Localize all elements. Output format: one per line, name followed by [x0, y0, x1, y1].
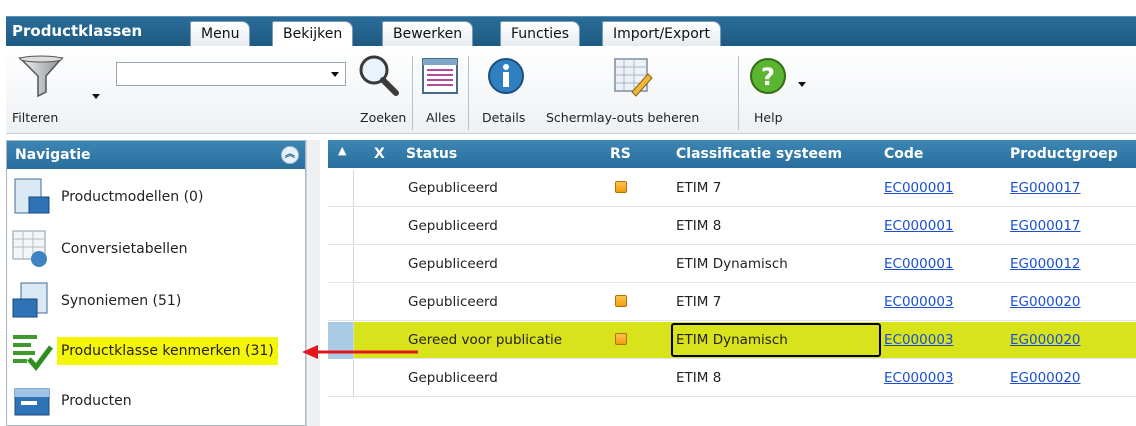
cell-classification: ETIM Dynamisch [676, 256, 788, 272]
search-icon[interactable] [356, 52, 402, 98]
nav-item-label: Producten [61, 393, 132, 409]
search-label: Zoeken [360, 110, 407, 125]
layouts-label: Schermlay-outs beheren [546, 110, 700, 125]
nav-item-label: Productmodellen (0) [61, 189, 204, 205]
table-row[interactable]: Gepubliceerd ETIM 7 EC000001 EG000017 [328, 170, 1136, 207]
cell-code-link[interactable]: EC000003 [884, 294, 954, 310]
nav-item-productklasse-kenmerken[interactable]: Productklasse kenmerken (31) [11, 327, 301, 375]
help-label: Help [754, 110, 783, 125]
column-x[interactable]: X [374, 146, 385, 162]
cell-status: Gepubliceerd [408, 256, 498, 272]
cell-code-link[interactable]: EC000003 [884, 332, 954, 348]
cell-code-link[interactable]: EC000001 [884, 180, 954, 196]
table-row[interactable]: Gepubliceerd ETIM 7 EC000003 EG000020 [328, 284, 1136, 321]
row-selector[interactable] [328, 284, 354, 321]
filter-dropdown-caret[interactable] [92, 94, 100, 99]
conversion-table-icon [11, 229, 55, 271]
help-icon[interactable]: ? [748, 56, 788, 96]
cell-product-group-link[interactable]: EG000012 [1010, 256, 1081, 272]
tab-functies[interactable]: Functies [500, 21, 581, 47]
tab-bekijken[interactable]: Bekijken [272, 21, 354, 48]
navigation-scrollbar[interactable] [306, 140, 320, 426]
cell-classification: ETIM 7 [676, 294, 722, 310]
tab-bewerken[interactable]: Bewerken [382, 21, 474, 47]
rs-indicator-icon [615, 181, 627, 193]
cell-status: Gepubliceerd [408, 370, 498, 386]
table-row[interactable]: Gereed voor publicatie ETIM Dynamisch EC00… [328, 322, 1136, 359]
class-features-icon [11, 331, 55, 373]
nav-item-label: Synoniemen (51) [61, 293, 182, 309]
product-model-icon [11, 177, 55, 219]
cell-code-link[interactable]: EC000001 [884, 218, 954, 234]
column-code[interactable]: Code [884, 146, 923, 162]
row-selector[interactable] [328, 360, 354, 397]
rs-indicator-icon [615, 333, 627, 345]
search-combo[interactable] [116, 62, 346, 86]
nav-item-producten[interactable]: Producten [11, 377, 301, 425]
synonyms-icon [11, 281, 55, 323]
svg-text:?: ? [761, 63, 775, 91]
tab-import-export[interactable]: Import/Export [602, 21, 722, 47]
cell-status: Gepubliceerd [408, 180, 498, 196]
info-icon[interactable] [486, 56, 526, 96]
nav-item-synoniemen[interactable]: Synoniemen (51) [11, 277, 301, 325]
cell-classification: ETIM Dynamisch [676, 332, 788, 348]
layout-edit-icon[interactable] [612, 56, 654, 98]
products-icon [11, 381, 55, 423]
column-product-group[interactable]: Productgroep [1010, 146, 1118, 162]
cell-product-group-link[interactable]: EG000017 [1010, 180, 1081, 196]
row-selector[interactable] [328, 208, 354, 245]
cell-product-group-link[interactable]: EG000020 [1010, 332, 1081, 348]
nav-item-conversietabellen[interactable]: Conversietabellen [11, 225, 301, 273]
cell-product-group-link[interactable]: EG000020 [1010, 294, 1081, 310]
navigation-panel: Navigatie ︽ Productmodellen (0) Conversi… [6, 140, 306, 426]
ribbon-divider [468, 56, 469, 130]
sort-ascending-icon[interactable]: ▲ [338, 144, 346, 157]
nav-item-label: Conversietabellen [61, 241, 188, 257]
help-dropdown-caret[interactable] [798, 82, 806, 87]
all-label: Alles [426, 110, 456, 125]
nav-item-productmodellen[interactable]: Productmodellen (0) [11, 173, 301, 221]
cell-status: Gepubliceerd [408, 218, 498, 234]
table-row[interactable]: Gepubliceerd ETIM 8 EC000001 EG000017 [328, 208, 1136, 245]
table-row[interactable]: Gepubliceerd ETIM 8 EC000003 EG000020 [328, 360, 1136, 397]
app-title: Productklassen [12, 22, 143, 40]
filter-label: Filteren [12, 110, 59, 125]
cell-status: Gereed voor publicatie [408, 332, 563, 348]
column-status[interactable]: Status [406, 146, 457, 162]
cell-product-group-link[interactable]: EG000017 [1010, 218, 1081, 234]
chevron-down-icon[interactable] [331, 72, 339, 77]
navigation-title: Navigatie [15, 147, 91, 163]
row-selector[interactable] [328, 170, 354, 207]
column-rs[interactable]: RS [610, 146, 631, 162]
cell-code-link[interactable]: EC000003 [884, 370, 954, 386]
ribbon-divider [412, 56, 413, 130]
annotation-arrow [302, 345, 418, 359]
cell-classification: ETIM 8 [676, 370, 722, 386]
collapse-icon[interactable]: ︽ [281, 146, 299, 164]
cell-status: Gepubliceerd [408, 294, 498, 310]
all-records-icon[interactable] [420, 56, 460, 96]
tab-menu[interactable]: Menu [190, 21, 251, 47]
column-classification[interactable]: Classificatie systeem [676, 146, 842, 162]
rs-indicator-icon [615, 295, 627, 307]
nav-item-label: Productklasse kenmerken (31) [57, 337, 278, 365]
product-class-grid: ▲ X Status RS Classificatie systeem Code… [328, 140, 1136, 426]
filter-icon[interactable] [14, 52, 74, 100]
cell-product-group-link[interactable]: EG000020 [1010, 370, 1081, 386]
navigation-header: Navigatie ︽ [7, 141, 305, 169]
cell-code-link[interactable]: EC000001 [884, 256, 954, 272]
cell-classification: ETIM 8 [676, 218, 722, 234]
grid-header: ▲ X Status RS Classificatie systeem Code… [328, 140, 1136, 168]
ribbon-toolbar: Filteren Zoeken Alles Details Schermlay-… [6, 46, 1136, 134]
details-label: Details [482, 110, 526, 125]
ribbon-divider [738, 56, 739, 130]
app-window: Productklassen Menu Bekijken Bewerken Fu… [0, 0, 1136, 426]
tab-bar: Productklassen Menu Bekijken Bewerken Fu… [6, 16, 1136, 48]
cell-classification: ETIM 7 [676, 180, 722, 196]
row-selector[interactable] [328, 246, 354, 283]
table-row[interactable]: Gepubliceerd ETIM Dynamisch EC000001 EG0000… [328, 246, 1136, 283]
